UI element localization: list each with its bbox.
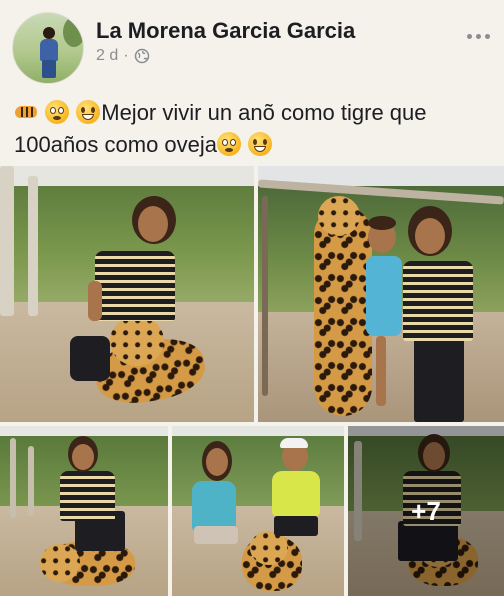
post-time[interactable]: 2 d xyxy=(96,47,118,65)
author-name[interactable]: La Morena Garcia Garcia xyxy=(96,18,355,44)
photo-grid: +7 xyxy=(0,166,504,596)
more-photos-overlay[interactable]: +7 xyxy=(348,426,504,596)
caption-line-1: Mejor vivir un anõ como tigre que xyxy=(101,100,427,125)
photo-1[interactable] xyxy=(0,166,254,422)
globe-icon xyxy=(134,48,149,64)
flushed-face-emoji xyxy=(45,100,70,124)
grinning-face-emoji xyxy=(76,100,101,124)
post-header: La Morena Garcia Garcia 2 d · xyxy=(0,0,504,92)
author-avatar[interactable] xyxy=(12,12,84,84)
photo-4[interactable] xyxy=(172,426,344,596)
more-photos-count: +7 xyxy=(411,495,441,526)
flushed-face-emoji xyxy=(217,132,242,156)
tiger-emoji xyxy=(14,100,38,124)
photo-2[interactable] xyxy=(258,166,504,422)
photo-5[interactable]: +7 xyxy=(348,426,504,596)
meta-separator: · xyxy=(123,47,129,64)
caption-line-2: 100años como oveja xyxy=(14,132,218,157)
post-caption: Mejor vivir un anõ como tigre que 100año… xyxy=(14,97,494,161)
photo-3[interactable] xyxy=(0,426,168,596)
more-options-icon[interactable] xyxy=(463,30,494,43)
grinning-face-emoji xyxy=(248,132,273,156)
post-meta: 2 d · xyxy=(96,47,150,65)
